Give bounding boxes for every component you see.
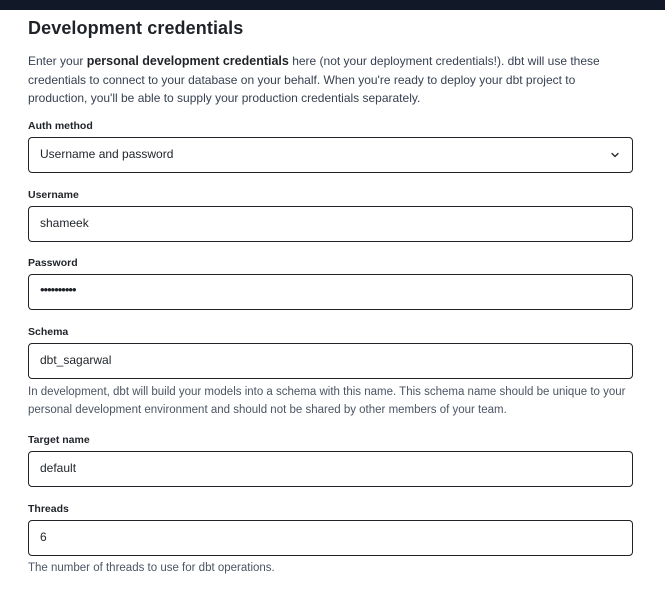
- intro-prefix: Enter your: [28, 54, 87, 68]
- password-value: ••••••••••: [40, 282, 77, 297]
- auth-method-label: Auth method: [28, 120, 93, 132]
- auth-method-value: Username and password: [40, 147, 174, 161]
- schema-label: Schema: [28, 326, 69, 338]
- threads-help-text: The number of threads to use for dbt ope…: [28, 562, 275, 574]
- chevron-down-icon: [611, 148, 619, 160]
- password-label: Password: [28, 257, 78, 269]
- intro-bold: personal development credentials: [86, 54, 289, 68]
- threads-label: Threads: [28, 503, 69, 515]
- username-input[interactable]: shameek: [28, 206, 633, 242]
- username-label: Username: [28, 189, 79, 201]
- target-name-input[interactable]: default: [28, 451, 633, 487]
- section-description: Enter your personal development credenti…: [28, 52, 634, 108]
- schema-input[interactable]: dbt_sagarwal: [28, 343, 633, 379]
- password-input[interactable]: ••••••••••: [28, 274, 633, 310]
- top-bar: [0, 0, 665, 10]
- target-name-value: default: [40, 461, 77, 475]
- schema-value: dbt_sagarwal: [40, 353, 112, 367]
- target-name-label: Target name: [28, 434, 90, 446]
- schema-help-text: In development, dbt will build your mode…: [28, 386, 626, 416]
- auth-method-select[interactable]: Username and password: [28, 137, 633, 173]
- username-value: shameek: [40, 216, 89, 230]
- threads-value: 6: [40, 530, 47, 544]
- section-title: Development credentials: [28, 18, 244, 38]
- threads-input[interactable]: 6: [28, 520, 633, 556]
